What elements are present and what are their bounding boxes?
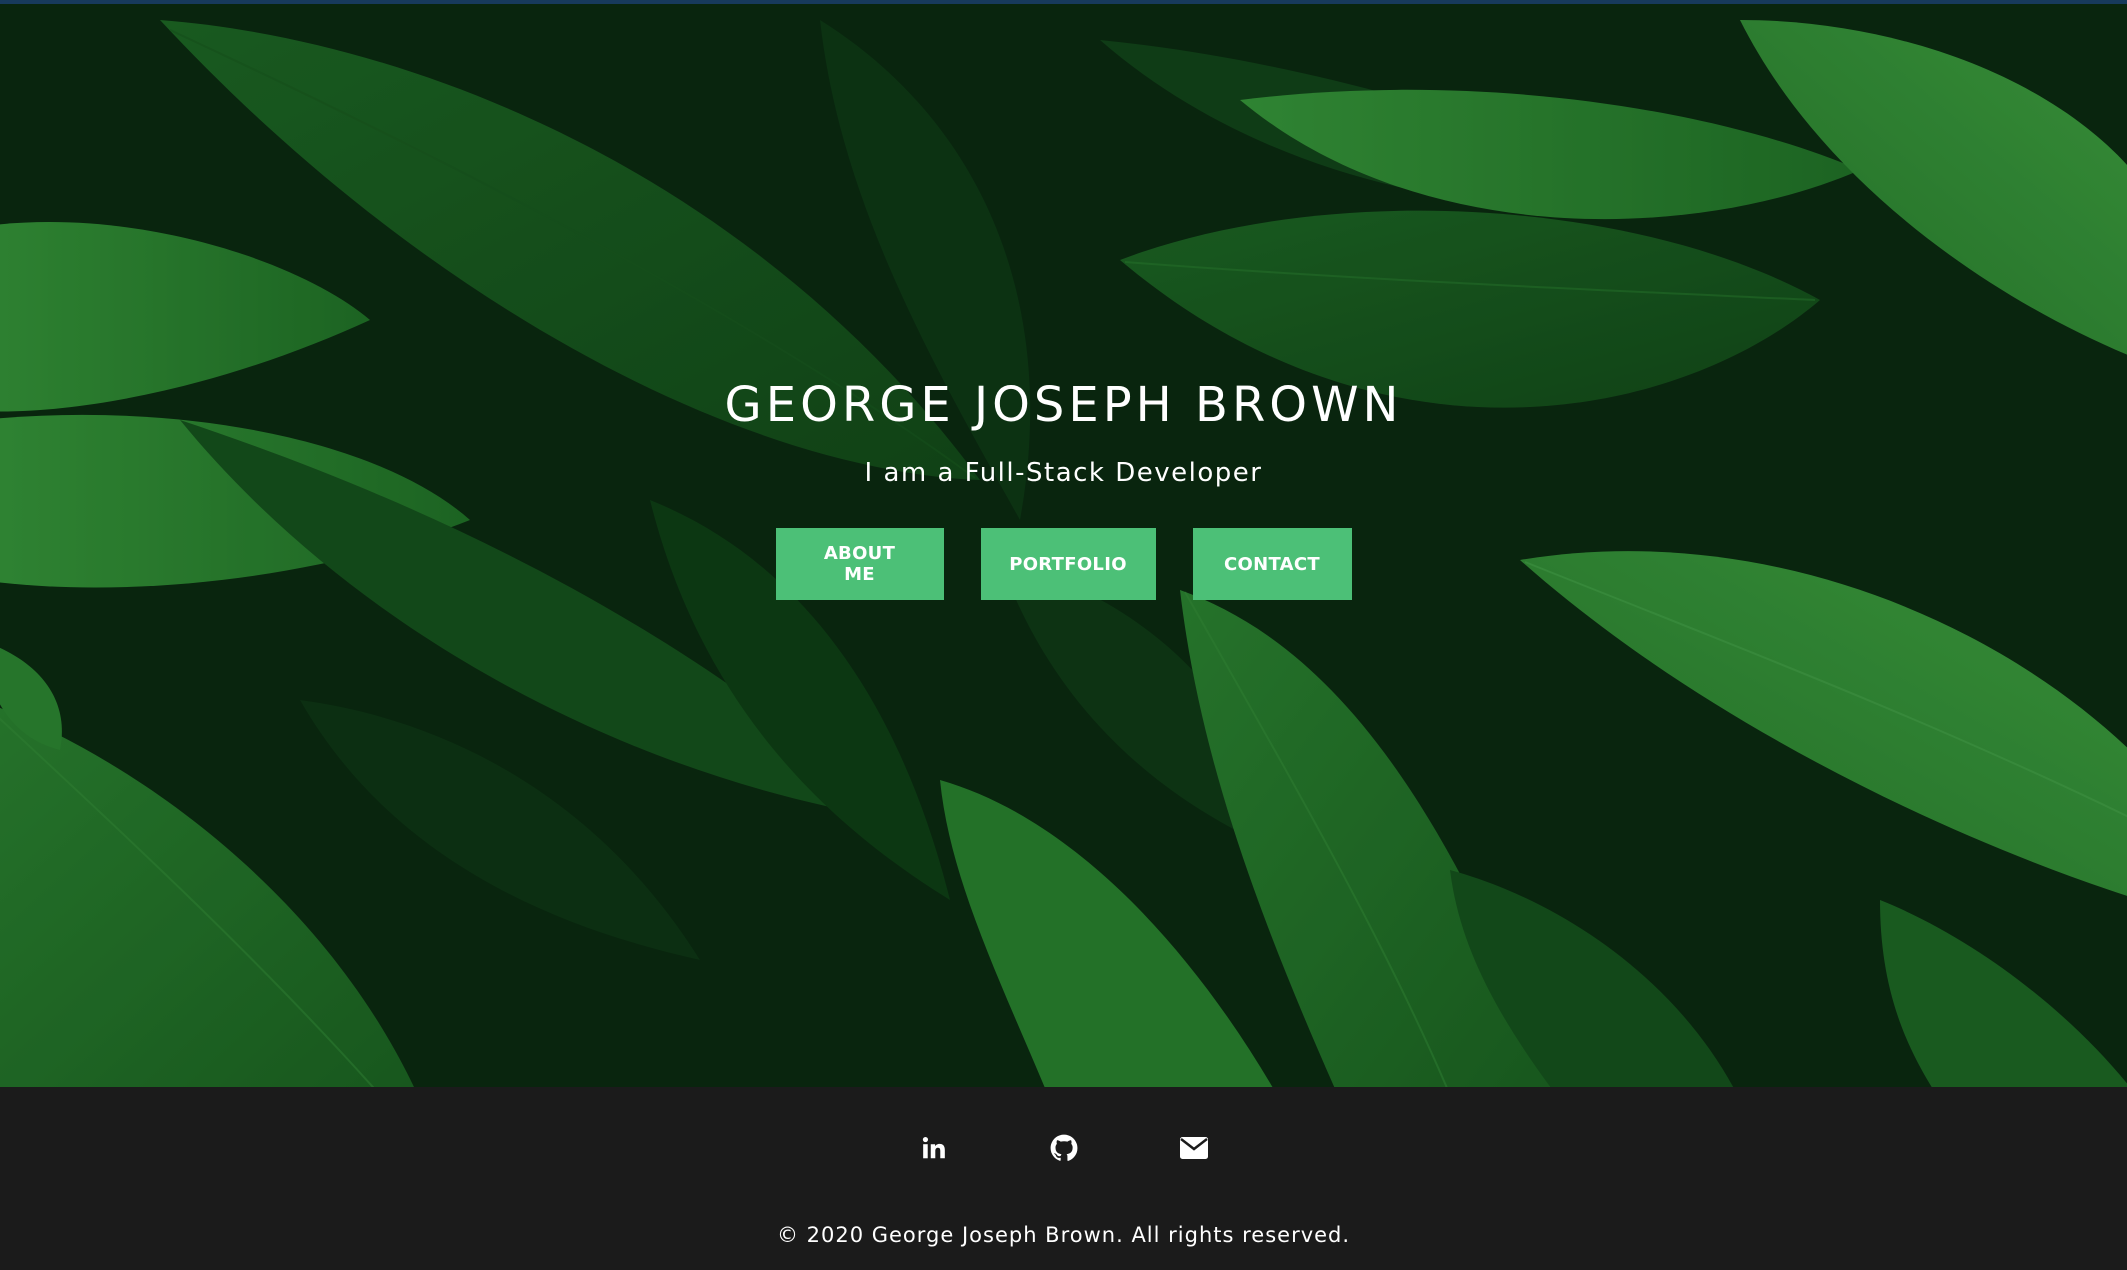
hero-subtitle: I am a Full-Stack Developer <box>864 458 1263 488</box>
github-icon[interactable] <box>1049 1133 1079 1163</box>
hero-content: GEORGE JOSEPH BROWN I am a Full-Stack De… <box>0 370 2127 600</box>
social-links <box>0 1133 2127 1163</box>
page: GEORGE JOSEPH BROWN I am a Full-Stack De… <box>0 0 2127 1270</box>
hero-section: GEORGE JOSEPH BROWN I am a Full-Stack De… <box>0 0 2127 1087</box>
about-me-button[interactable]: ABOUT ME <box>775 528 944 600</box>
hero-title: GEORGE JOSEPH BROWN <box>724 377 1403 433</box>
envelope-icon[interactable] <box>1179 1133 1209 1163</box>
copyright-text: © 2020 George Joseph Brown. All rights r… <box>776 1223 1351 1247</box>
contact-button[interactable]: CONTACT <box>1192 528 1352 600</box>
portfolio-button[interactable]: PORTFOLIO <box>980 528 1156 600</box>
footer: © 2020 George Joseph Brown. All rights r… <box>0 1087 2127 1270</box>
linkedin-icon[interactable] <box>919 1133 949 1163</box>
top-border <box>0 0 2127 4</box>
hero-buttons: ABOUT ME PORTFOLIO CONTACT <box>0 528 2127 600</box>
